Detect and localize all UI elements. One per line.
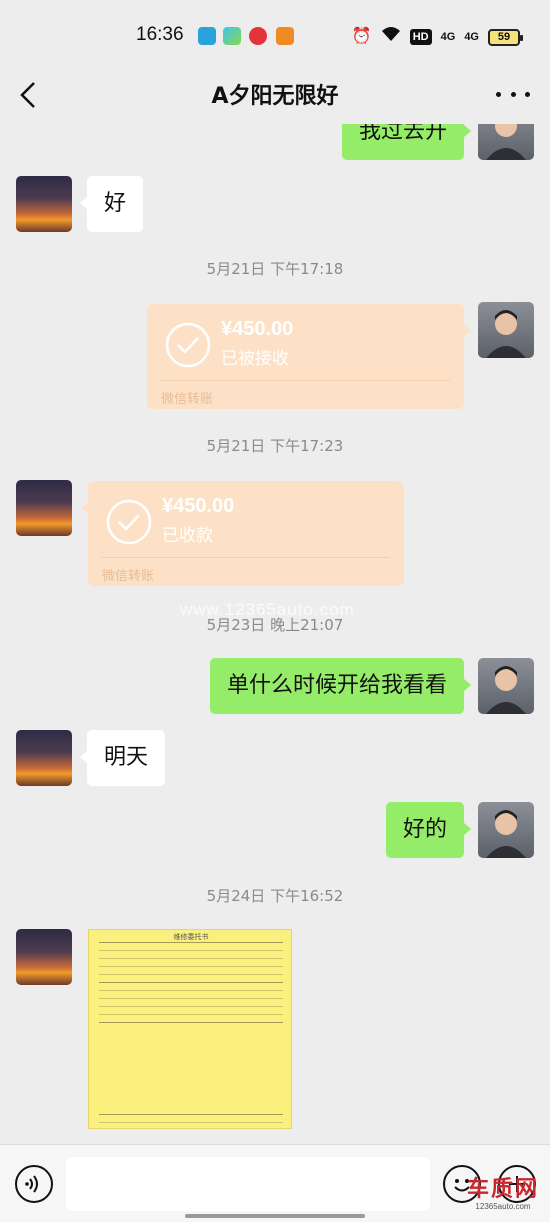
logo-text: 车质网: [466, 1177, 539, 1202]
my-avatar[interactable]: [478, 802, 534, 858]
image-message-repair-order[interactable]: 维修委托书: [88, 929, 292, 1129]
chat-title: A夕阳无限好: [211, 84, 339, 109]
voice-input-button[interactable]: [15, 1165, 53, 1203]
document-line: [99, 982, 283, 983]
contact-avatar[interactable]: [16, 176, 72, 232]
document-line: [99, 1122, 283, 1123]
contact-avatar[interactable]: [16, 929, 72, 985]
wifi-icon: [381, 26, 401, 48]
voice-icon: [25, 1175, 38, 1193]
transfer-amount: ¥450.00: [162, 495, 235, 517]
divider: [102, 557, 390, 558]
check-circle-icon: [106, 499, 152, 545]
signal-1: 4G: [440, 31, 456, 43]
battery-icon: 59: [488, 28, 523, 46]
dot-icon: [510, 91, 516, 97]
document-title: 维修委托书: [173, 933, 209, 941]
message-outgoing[interactable]: 我过去开: [341, 124, 472, 160]
document-line: [99, 990, 283, 991]
document-line: [99, 998, 283, 999]
chat-header: A夕阳无限好: [0, 70, 550, 124]
timestamp: 5月23日 晚上21:07: [206, 616, 344, 634]
message-outgoing[interactable]: 好的: [385, 802, 472, 858]
transfer-amount: ¥450.00: [221, 318, 294, 340]
transfer-card-received[interactable]: ¥450.00 已收款 微信转账: [81, 481, 404, 586]
document-line: [99, 1014, 283, 1015]
transfer-status: 已被接收: [221, 349, 289, 369]
document-line: [99, 966, 283, 967]
timestamp: 5月21日 下午17:23: [206, 437, 344, 455]
check-circle-icon: [165, 322, 211, 368]
message-incoming[interactable]: 明天: [79, 730, 166, 786]
document-line: [99, 942, 283, 943]
logo-url: 12365auto.com: [475, 1202, 531, 1211]
status-indicators: ⏰ HD 4G 4G 59: [351, 26, 523, 48]
transfer-source: 微信转账: [161, 392, 214, 407]
document-line: [99, 1114, 283, 1115]
my-avatar[interactable]: [478, 658, 534, 714]
my-avatar[interactable]: [478, 302, 534, 358]
alarm-icon: ⏰: [351, 28, 372, 45]
contact-avatar[interactable]: [16, 730, 72, 786]
message-incoming[interactable]: 好: [79, 176, 144, 232]
more-options-button[interactable]: [496, 84, 530, 104]
timestamp: 5月21日 下午17:18: [206, 260, 344, 278]
dot-icon: [496, 91, 501, 97]
uc-browser-icon: [276, 27, 294, 45]
divider: [161, 380, 450, 381]
signal-2: 4G: [464, 31, 479, 43]
document-line: [99, 1006, 283, 1007]
video-icon: [249, 27, 267, 45]
chat-messages[interactable]: 我过去开 好 5月21日 下午17:18 ¥450.00 已被接收 微信转账 5…: [0, 124, 550, 1144]
dot-icon: [525, 91, 530, 97]
document-line: [99, 950, 283, 951]
play-icon: [223, 27, 241, 45]
telegram-icon: [198, 27, 216, 45]
transfer-card-sent[interactable]: ¥450.00 已被接收 微信转账: [147, 304, 471, 409]
site-logo: 车质网 12365auto.com: [460, 1178, 546, 1218]
message-outgoing[interactable]: 单什么时候开给我看看: [209, 658, 472, 714]
hd-icon: HD: [409, 29, 432, 45]
contact-avatar[interactable]: [16, 480, 72, 536]
document-line: [99, 974, 283, 975]
document-line: [99, 958, 283, 959]
my-avatar[interactable]: [478, 124, 534, 160]
status-time: 16:36: [136, 24, 184, 45]
input-bar: 车质网 12365auto.com: [0, 1144, 550, 1222]
home-indicator[interactable]: [185, 1214, 365, 1218]
timestamp: 5月24日 下午16:52: [206, 887, 344, 905]
transfer-source: 微信转账: [102, 569, 155, 584]
document-line: [99, 1022, 283, 1023]
message-input[interactable]: [66, 1157, 430, 1211]
transfer-status: 已收款: [162, 526, 213, 546]
status-bar: 16:36 ⏰ HD 4G 4G 59: [0, 0, 550, 70]
